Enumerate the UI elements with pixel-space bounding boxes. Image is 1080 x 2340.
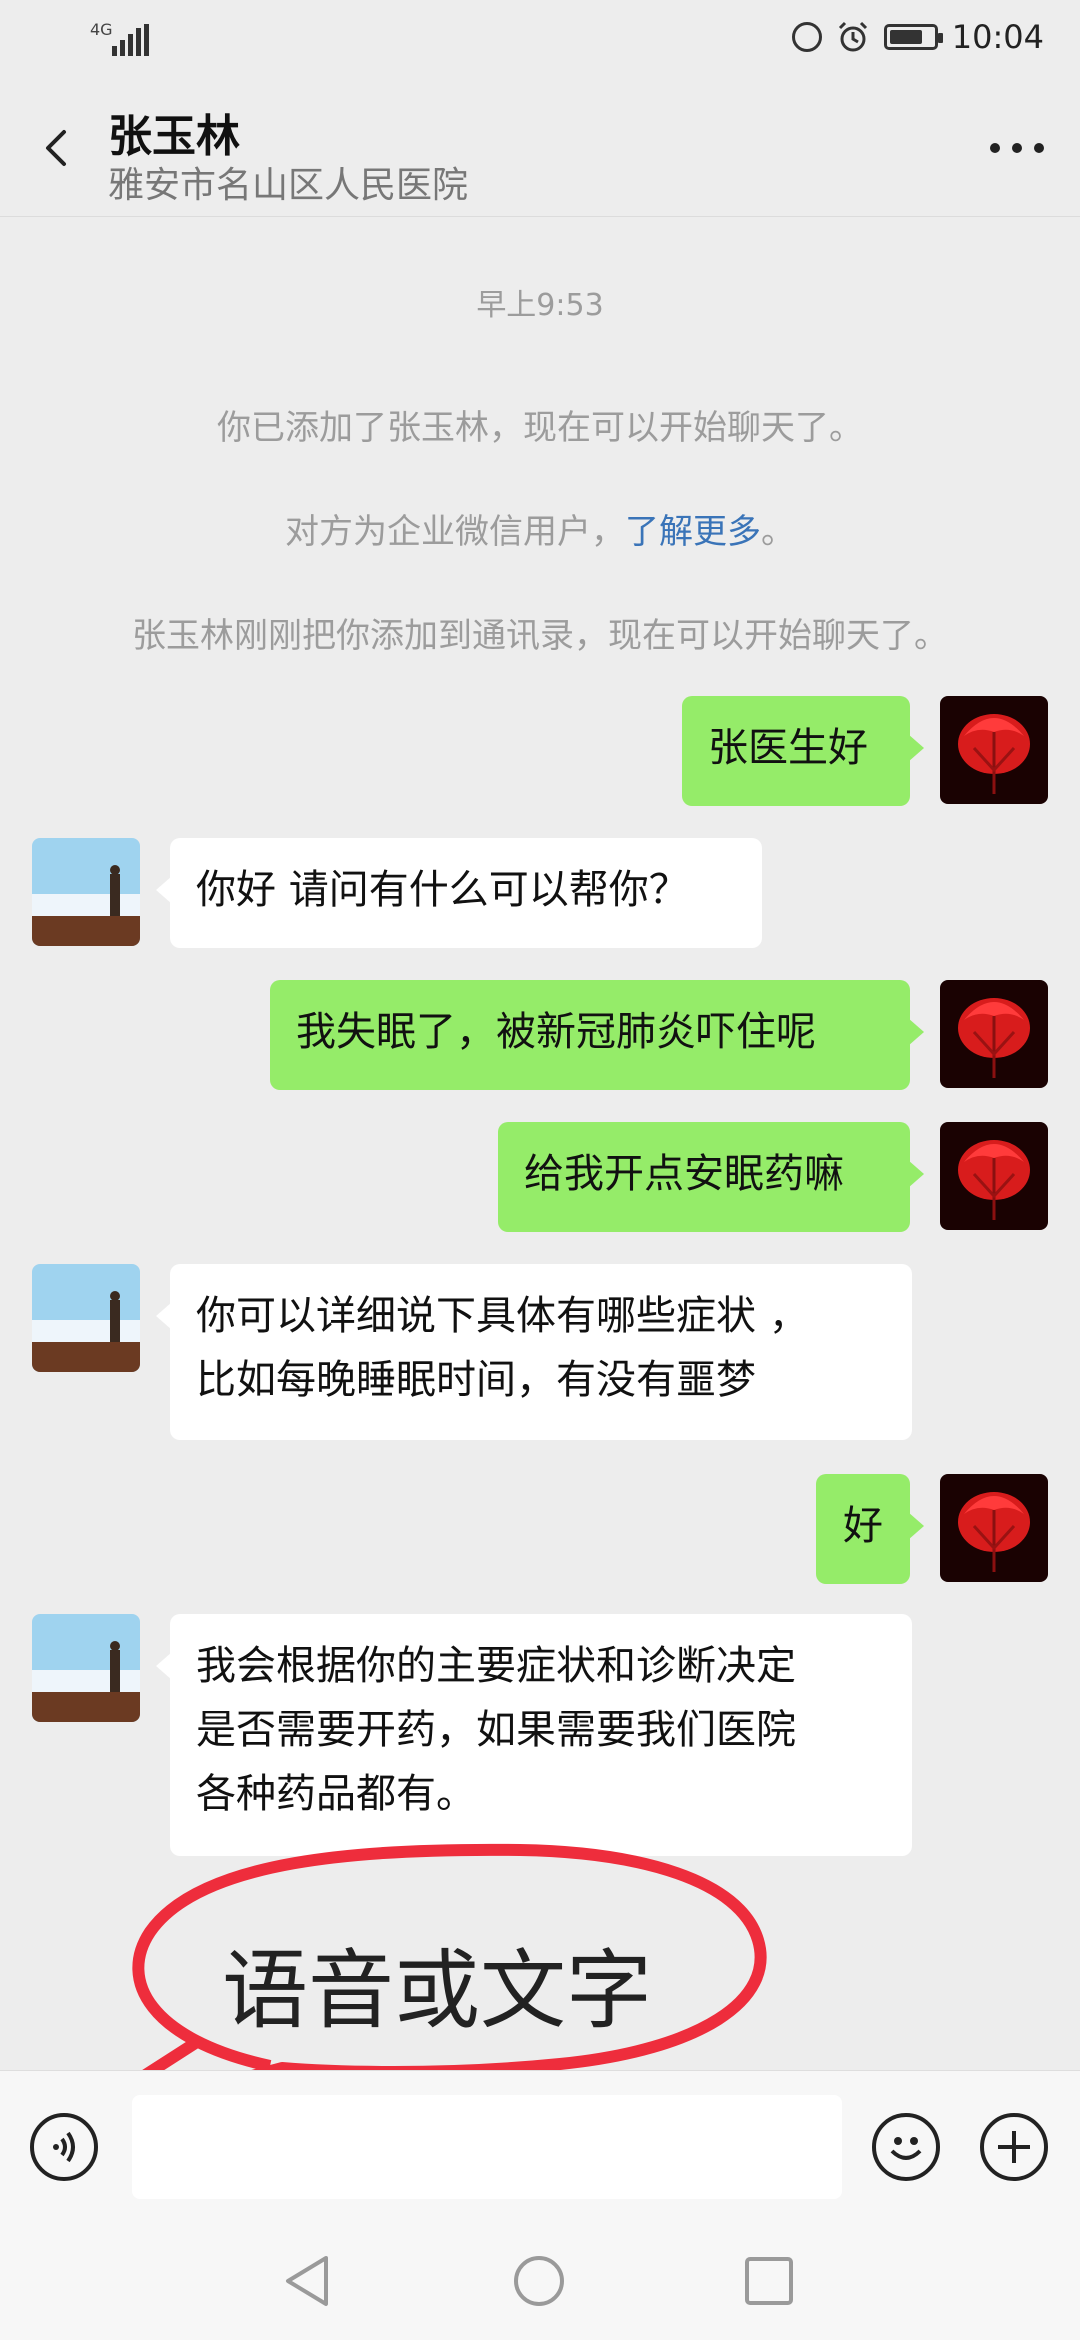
message-line: 各种药品都有。: [196, 1771, 476, 1817]
signal-icon: [112, 24, 149, 56]
battery-icon: [883, 24, 943, 50]
status-bar: 4G 10:04: [0, 0, 1080, 84]
message-bubble-sent[interactable]: 好: [816, 1474, 924, 1584]
message-line: 你可以详细说下具体有哪些症状 ，: [196, 1293, 809, 1339]
back-arrow-icon[interactable]: [36, 128, 76, 168]
system-notice-added: 你已添加了张玉林，现在可以开始聊天了。: [217, 408, 863, 448]
message-line: 是否需要开药，如果需要我们医院: [196, 1707, 796, 1753]
message-input[interactable]: [132, 2095, 842, 2199]
message-bubble-sent[interactable]: 我失眠了，被新冠肺炎吓住呢: [270, 980, 924, 1090]
message-bubble-received[interactable]: 你好 请问有什么可以帮你？: [156, 838, 762, 948]
message-bubble-sent[interactable]: 给我开点安眠药嘛: [498, 1122, 924, 1232]
contact-avatar[interactable]: [32, 1614, 140, 1722]
system-nav-bar: [0, 2220, 1080, 2340]
enterprise-notice-suffix: 。: [761, 512, 795, 552]
contact-avatar[interactable]: [32, 838, 140, 946]
message-bubble-received[interactable]: 我会根据你的主要症状和诊断决定 是否需要开药，如果需要我们医院 各种药品都有。: [156, 1614, 912, 1856]
my-avatar[interactable]: [940, 980, 1048, 1088]
annotation-text: 语音或文字: [222, 1941, 652, 2041]
system-notice-contact-added: 张玉林刚刚把你添加到通讯录，现在可以开始聊天了。: [132, 616, 948, 656]
my-avatar[interactable]: [940, 1122, 1048, 1230]
enterprise-notice-text: 对方为企业微信用户，: [285, 512, 625, 552]
message-line: 比如每晚睡眠时间，有没有噩梦: [196, 1357, 756, 1403]
contact-avatar[interactable]: [32, 1264, 140, 1372]
system-notice-enterprise: 对方为企业微信用户，了解更多。: [0, 504, 1080, 553]
network-type: 4G: [90, 20, 113, 39]
contact-organization: 雅安市名山区人民医院: [108, 165, 469, 206]
voice-toggle-icon[interactable]: [30, 2113, 98, 2181]
emoji-icon[interactable]: [872, 2113, 940, 2181]
more-options-icon[interactable]: [990, 138, 1044, 158]
data-saver-icon: [791, 22, 822, 52]
plus-icon[interactable]: [980, 2113, 1048, 2181]
learn-more-link[interactable]: 了解更多: [625, 512, 761, 552]
home-circle-icon[interactable]: [512, 2254, 566, 2308]
message-bubble-sent[interactable]: 张医生好: [682, 696, 924, 806]
recents-square-icon[interactable]: [744, 2256, 794, 2306]
input-bar: [0, 2070, 1080, 2221]
clock: 10:04: [951, 18, 1044, 56]
message-bubble-received[interactable]: 你可以详细说下具体有哪些症状 ， 比如每晚睡眠时间，有没有噩梦: [156, 1264, 912, 1440]
contact-name: 张玉林: [108, 111, 240, 162]
chat-header: 张玉林 雅安市名山区人民医院: [0, 84, 1080, 217]
back-triangle-icon[interactable]: [282, 2254, 334, 2308]
my-avatar[interactable]: [940, 696, 1048, 804]
message-line: 我会根据你的主要症状和诊断决定: [196, 1643, 796, 1689]
my-avatar[interactable]: [940, 1474, 1048, 1582]
alarm-icon: [838, 21, 867, 52]
chat-timestamp: 早上9:53: [476, 288, 604, 323]
